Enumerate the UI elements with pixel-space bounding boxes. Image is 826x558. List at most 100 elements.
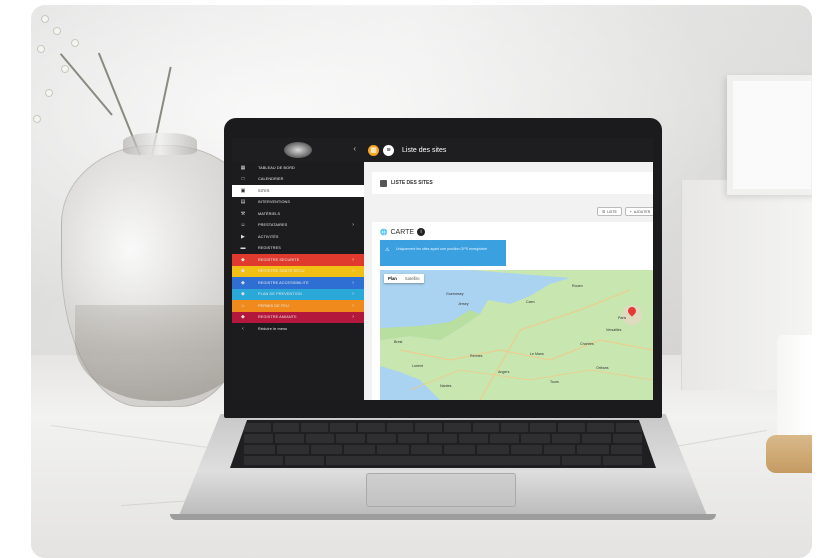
sidebar-item[interactable]: ☺ PRESTATAIRES ›: [232, 220, 364, 232]
sidebar: ▦ TABLEAU DE BORD □ CALENDRIER ▣ SITES ▤ INTERV…: [232, 162, 364, 400]
sidebar-item[interactable]: ▶ ACTIVITÉS: [232, 231, 364, 243]
sidebar-item[interactable]: □ CALENDRIER: [232, 174, 364, 186]
sidebar-item[interactable]: ◆ PLAN DE PREVENTION ›: [232, 288, 364, 300]
blossom: [41, 15, 49, 23]
map-type-toggle[interactable]: Plan Satellite: [384, 274, 424, 283]
blossom: [61, 65, 69, 73]
map-label: Chartres: [580, 342, 594, 346]
activity-icon: ▶: [241, 233, 245, 240]
map-title-text: CARTE: [390, 228, 415, 236]
building-icon: [380, 179, 387, 187]
info-badge[interactable]: i: [417, 228, 426, 236]
blossom: [45, 89, 53, 97]
laptop-foot: [170, 514, 716, 520]
photo-frame: [727, 75, 812, 195]
sidebar-item-label: MATÉRIELS: [258, 211, 281, 216]
blossom: [71, 39, 79, 47]
main-content: LISTE DES SITES ☰ LISTE + AJOUTER 🌐 CART…: [364, 162, 653, 400]
sidebar-item-label: Réduire le menu: [258, 326, 288, 331]
sites-header-card: LISTE DES SITES: [372, 172, 653, 194]
sidebar-item[interactable]: ‹ Réduire le menu: [232, 323, 364, 335]
app-logo-area: ‹: [232, 138, 364, 162]
sidebar-item[interactable]: ◆ REGISTRE ACCESSIBILITE ›: [232, 277, 364, 289]
list-button[interactable]: ☰ LISTE: [597, 207, 622, 216]
list-label: LISTE: [607, 209, 617, 214]
sidebar-item-label: INTERVENTIONS: [258, 200, 291, 205]
blossom: [33, 115, 41, 123]
blossom: [53, 27, 61, 35]
calendar-icon: □: [241, 176, 245, 183]
book-icon: ▬: [240, 245, 246, 252]
chevron-right-icon: ›: [352, 268, 354, 275]
warning-icon: ⚠: [385, 247, 390, 253]
shield-icon: ◆: [241, 279, 245, 286]
app-topbar: ‹ ▦ ≡ Liste des sites: [232, 138, 653, 162]
sidebar-item-label: PLAN DE PREVENTION: [258, 292, 302, 297]
gps-info-alert: ⚠ Uniquement les sites ayant une positio…: [380, 240, 506, 266]
map-label: Rennes: [470, 354, 483, 358]
people-icon: ☺: [240, 222, 246, 229]
chevron-right-icon: ›: [352, 314, 354, 321]
sidebar-item[interactable]: ◆ REGISTRE SECURITE ›: [232, 254, 364, 266]
tool-icon: ⚒: [240, 210, 246, 217]
dashboard-icon: ▦: [240, 164, 246, 171]
sidebar-item[interactable]: ⚒ MATÉRIELS: [232, 208, 364, 220]
blossom: [37, 45, 45, 53]
chevron-left-icon[interactable]: ‹: [353, 144, 356, 153]
map-label: Rouen: [572, 284, 583, 288]
sidebar-item[interactable]: ♨ PERMIS DE FEU ›: [232, 300, 364, 312]
gps-info-text: Uniquement les sites ayant une position …: [396, 247, 488, 251]
map-label: Le Mans: [530, 352, 544, 356]
shield-icon: ◆: [241, 291, 245, 298]
chevron-left-icon: ‹: [242, 325, 244, 332]
map-land: [380, 270, 653, 400]
page-title: Liste des sites: [402, 146, 447, 154]
map-label: Guernesey: [446, 292, 464, 296]
building-icon: ▣: [240, 187, 246, 194]
clipboard-icon: ▤: [240, 199, 246, 206]
chevron-right-icon: ›: [352, 222, 354, 229]
map-plan-option[interactable]: Plan: [384, 274, 401, 283]
map-label: Paris: [618, 316, 627, 320]
list-icon: ☰: [602, 209, 606, 214]
sidebar-item-label: CALENDRIER: [258, 177, 284, 182]
add-label: AJOUTER: [633, 209, 651, 214]
section-title: LISTE DES SITES: [391, 180, 433, 186]
grid-icon[interactable]: ▦: [368, 144, 379, 156]
sidebar-item[interactable]: ▣ SITES: [232, 185, 364, 197]
sidebar-item[interactable]: ◆ REGISTRE SANTE SECU ›: [232, 265, 364, 277]
sidebar-item-label: PRESTATAIRES: [258, 223, 288, 228]
sidebar-item-label: REGISTRE SECURITE: [258, 257, 300, 262]
map-label: Angers: [498, 370, 510, 374]
sidebar-item-label: SITES: [258, 188, 270, 193]
map-label: Versailles: [606, 328, 622, 332]
map-label: Caen: [526, 300, 535, 304]
menu-icon[interactable]: ≡: [383, 144, 394, 156]
map[interactable]: Plan Satellite Guernesey Jersey Caen Rou…: [380, 270, 653, 400]
map-label: Jersey: [458, 302, 469, 306]
add-button[interactable]: + AJOUTER: [624, 207, 653, 216]
shield-icon: ◆: [241, 256, 245, 263]
view-buttons: ☰ LISTE + AJOUTER: [597, 207, 653, 216]
sidebar-item[interactable]: ▬ REGISTRES: [232, 243, 364, 255]
sidebar-item[interactable]: ▤ INTERVENTIONS: [232, 197, 364, 209]
laptop-keyboard: [230, 420, 656, 468]
trackpad: [366, 473, 516, 507]
wooden-coaster: [766, 435, 812, 473]
sidebar-item-label: REGISTRES: [258, 246, 281, 251]
map-title: 🌐 CARTE i: [380, 228, 426, 236]
map-label: Tours: [550, 380, 559, 384]
sidebar-item-label: REGISTRE SANTE SECU: [258, 269, 305, 274]
sidebar-item-label: PERMIS DE FEU: [258, 303, 289, 308]
shield-icon: ◆: [241, 314, 245, 321]
chevron-right-icon: ›: [352, 256, 354, 263]
shield-icon: ◆: [241, 268, 245, 275]
sidebar-item-label: ACTIVITÉS: [258, 234, 279, 239]
sidebar-item[interactable]: ◆ REGISTRE AMIANTE ›: [232, 311, 364, 323]
fire-icon: ♨: [240, 302, 246, 309]
vase-neck: [123, 133, 197, 155]
sidebar-item-label: TABLEAU DE BORD: [258, 165, 295, 170]
chevron-right-icon: ›: [352, 279, 354, 286]
sidebar-item[interactable]: ▦ TABLEAU DE BORD: [232, 162, 364, 174]
map-satellite-option[interactable]: Satellite: [401, 274, 424, 283]
